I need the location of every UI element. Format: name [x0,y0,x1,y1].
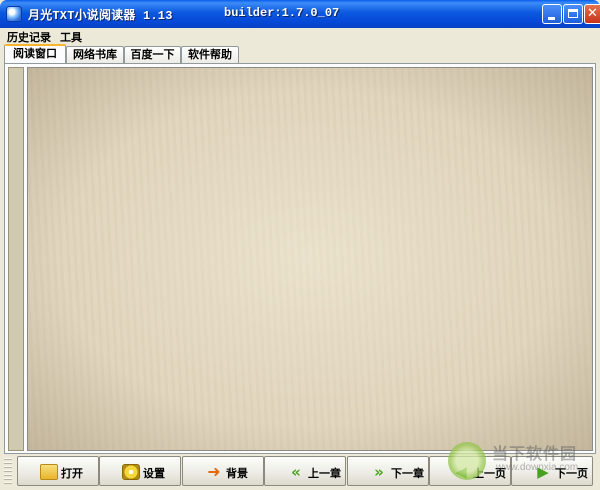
window-title: 月光TXT小说阅读器 1.13 [28,9,173,23]
folder-open-icon [40,464,58,480]
tab-online-library[interactable]: 网络书库 [66,46,124,63]
background-label: 背景 [226,467,248,480]
minimize-icon [548,17,555,20]
build-label: builder:1.7.0_07 [224,6,340,20]
reading-panel [4,64,596,454]
side-strip[interactable] [8,67,24,451]
reading-area[interactable] [27,67,593,451]
tab-help[interactable]: 软件帮助 [181,46,239,63]
prev-chapter-label: 上一章 [308,467,341,480]
settings-icon [122,464,140,480]
menu-history[interactable]: 历史记录 [7,29,51,45]
minimize-button[interactable] [542,4,562,24]
tab-baidu[interactable]: 百度一下 [124,46,181,63]
background-button[interactable]: ➜ 背景 [182,456,264,486]
settings-label: 设置 [143,467,165,480]
close-icon: ✕ [587,6,598,21]
maximize-icon [568,9,578,18]
tab-strip: 阅读窗口 网络书库 百度一下 软件帮助 [0,44,600,64]
prev-chapter-button[interactable]: « 上一章 [264,456,346,486]
next-chapter-label: 下一章 [391,467,424,480]
open-label: 打开 [61,467,83,480]
next-page-button[interactable]: ▶ 下一页 [511,456,593,486]
double-left-arrow-icon: « [291,463,301,481]
open-button[interactable]: 打开 [17,456,99,486]
next-page-label: 下一页 [555,467,588,480]
right-arrow-icon: ▶ [537,463,549,481]
title-bar[interactable]: 月光TXT小说阅读器 1.13 builder:1.7.0_07 ✕ [0,0,600,28]
settings-button[interactable]: 设置 [99,456,181,486]
menu-bar: 历史记录 工具 [0,28,600,44]
refresh-arrow-icon: ➜ [207,462,221,481]
next-chapter-button[interactable]: » 下一章 [347,456,429,486]
double-right-arrow-icon: » [374,463,384,481]
prev-page-label: 上一页 [473,467,506,480]
bottom-toolbar: 打开 设置 ➜ 背景 « 上一章 » 下一章 ◀ 上一页 ▶ 下一页 [0,454,600,490]
left-arrow-icon: ◀ [455,463,467,481]
tab-reading-window[interactable]: 阅读窗口 [4,44,66,64]
toolbar-grip[interactable] [4,458,12,486]
prev-page-button[interactable]: ◀ 上一页 [429,456,511,486]
menu-tools[interactable]: 工具 [60,29,82,45]
maximize-button[interactable] [563,4,583,24]
close-button[interactable]: ✕ [584,4,600,24]
app-icon [6,6,22,22]
